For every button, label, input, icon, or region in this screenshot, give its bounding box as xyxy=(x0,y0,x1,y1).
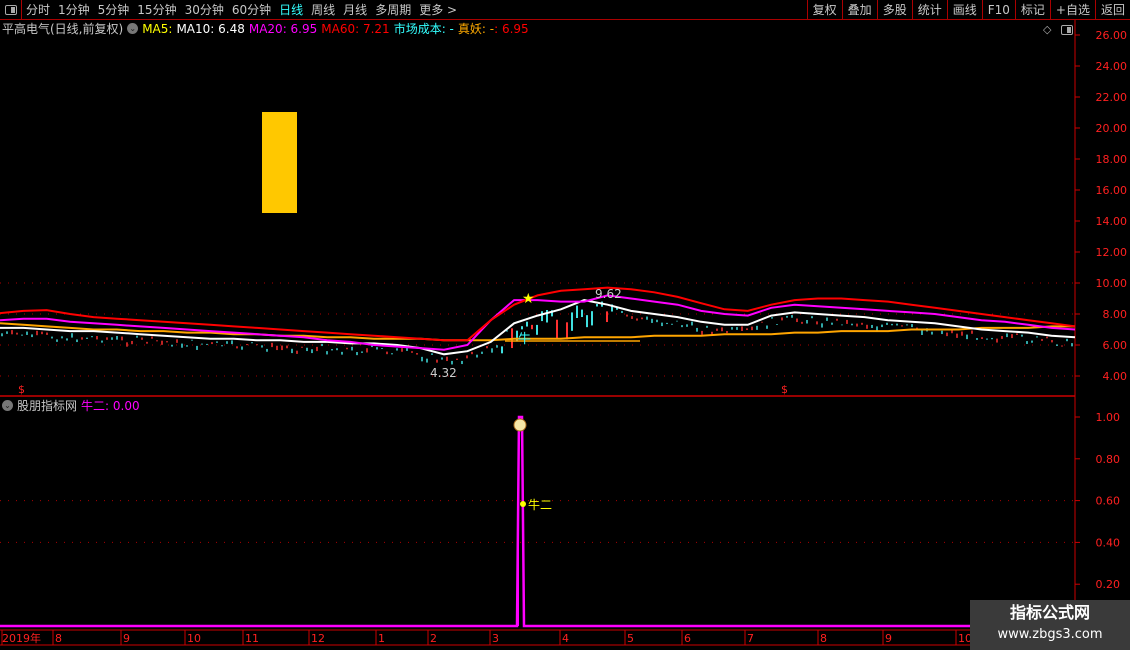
toolbar-button[interactable]: +自选 xyxy=(1049,0,1095,20)
top-toolbar: 分时 1分钟 5分钟 15分钟 30分钟 60分钟 日线 周线 月线 多周期 更多 > 复权 叠加 多股… xyxy=(0,0,1130,20)
dollar-icon: $ xyxy=(781,383,788,396)
sub-indicator-title: 股朋指标网 xyxy=(17,399,78,413)
stock-title: 平高电气(日线,前复权) xyxy=(2,22,124,36)
panel-icon xyxy=(4,5,17,15)
x-tick-label: 3 xyxy=(492,632,499,645)
period-tab[interactable]: 多周期 xyxy=(371,0,415,20)
x-tick-label: 12 xyxy=(311,632,325,645)
period-tab[interactable]: 15分钟 xyxy=(133,0,180,20)
period-tab[interactable]: 月线 xyxy=(339,0,371,20)
sub-indicator-value: 牛二: 0.00 xyxy=(81,399,140,413)
toolbar-button[interactable]: 画线 xyxy=(946,0,982,20)
period-tab[interactable]: 分时 xyxy=(22,0,54,20)
y-tick-label: 0.80 xyxy=(1096,453,1121,466)
toolbar-button[interactable]: 复权 xyxy=(806,0,842,20)
y-tick-label: 10.00 xyxy=(1096,277,1128,290)
x-tick-label: 6 xyxy=(684,632,691,645)
star-icon: ★ xyxy=(522,291,535,307)
y-tick-label: 22.00 xyxy=(1096,91,1128,104)
kline-chart[interactable]: 26.0024.0022.0020.0018.0016.0014.0012.00… xyxy=(0,0,1130,650)
zhenyao-value: : 6.95 xyxy=(494,22,529,36)
zhenyao-label: 真妖: - xyxy=(457,22,495,36)
toolbar-button[interactable]: F10 xyxy=(981,0,1015,20)
y-tick-label: 1.00 xyxy=(1096,411,1121,424)
diamond-icon[interactable]: ◇ xyxy=(1043,23,1051,36)
chevron-down-icon[interactable]: ⌄ xyxy=(127,23,139,34)
y-tick-label: 4.00 xyxy=(1103,370,1128,383)
cow-marker-icon: 牛 xyxy=(518,332,531,347)
watermark-url: www.zbgs3.com xyxy=(997,627,1103,642)
x-tick-label: 9 xyxy=(885,632,892,645)
panel-toggle-button[interactable] xyxy=(0,0,22,20)
high-label: 9.62 xyxy=(595,287,622,301)
x-tick-label: 1 xyxy=(378,632,385,645)
x-tick-label: 8 xyxy=(820,632,827,645)
x-tick-label: 10 xyxy=(187,632,201,645)
y-tick-label: 24.00 xyxy=(1096,60,1128,73)
y-tick-label: 0.40 xyxy=(1096,536,1121,549)
toolbar-button[interactable]: 叠加 xyxy=(841,0,877,20)
period-tab[interactable]: 60分钟 xyxy=(228,0,275,20)
ma60-label: MA60: 7.21 xyxy=(321,22,390,36)
y-tick-label: 26.00 xyxy=(1096,29,1128,42)
main-indicator-bar: 平高电气(日线,前复权) ⌄ MA5: MA10: 6.48 MA20: 6.9… xyxy=(2,21,529,37)
period-tab[interactable]: 1分钟 xyxy=(54,0,94,20)
toolbar-button[interactable]: 返回 xyxy=(1094,0,1130,20)
niuer-line xyxy=(0,415,1075,628)
y-tick-label: 20.00 xyxy=(1096,122,1128,135)
marker-dot xyxy=(520,501,526,507)
y-tick-label: 12.00 xyxy=(1096,246,1128,259)
money-bag-icon xyxy=(513,418,527,432)
low-label: 4.32 xyxy=(430,366,457,380)
x-tick-label: 11 xyxy=(245,632,259,645)
y-tick-label: 16.00 xyxy=(1096,184,1128,197)
x-tick-label: 7 xyxy=(747,632,754,645)
x-tick-label: 2 xyxy=(430,632,437,645)
y-tick-label: 6.00 xyxy=(1103,339,1128,352)
period-tab[interactable]: 更多 > xyxy=(415,0,461,20)
toolbar-button[interactable]: 统计 xyxy=(911,0,947,20)
dollar-icon: $ xyxy=(18,383,25,396)
panel-icon[interactable] xyxy=(1061,25,1073,35)
x-tick-label: 4 xyxy=(562,632,569,645)
toolbar-button[interactable]: 多股 xyxy=(876,0,912,20)
period-tab[interactable]: 5分钟 xyxy=(94,0,134,20)
toolbar-button[interactable]: 标记 xyxy=(1014,0,1050,20)
marker-label: 牛二 xyxy=(528,497,552,512)
ma5-label: MA5: xyxy=(142,22,173,36)
period-tab[interactable]: 30分钟 xyxy=(181,0,228,20)
chevron-down-icon[interactable]: ⌄ xyxy=(2,400,13,411)
x-tick-label: 9 xyxy=(123,632,130,645)
x-tick-label: 2019年 xyxy=(2,631,41,645)
period-tab[interactable]: 日线 xyxy=(275,0,307,20)
y-tick-label: 8.00 xyxy=(1103,308,1128,321)
watermark-name: 指标公式网 xyxy=(1009,603,1090,622)
sub-indicator-bar: ⌄ 股朋指标网 牛二: 0.00 xyxy=(2,398,140,414)
x-tick-label: 8 xyxy=(55,632,62,645)
period-tab[interactable]: 周线 xyxy=(307,0,339,20)
ma20-label: MA20: 6.95 xyxy=(248,22,318,36)
x-tick-label: 5 xyxy=(627,632,634,645)
watermark: 指标公式网 www.zbgs3.com xyxy=(970,600,1130,650)
ma10-label: MA10: 6.48 xyxy=(176,22,245,36)
y-tick-label: 14.00 xyxy=(1096,215,1128,228)
y-tick-label: 0.60 xyxy=(1096,495,1121,508)
signal-block xyxy=(262,112,297,213)
y-tick-label: 0.20 xyxy=(1096,578,1121,591)
y-tick-label: 18.00 xyxy=(1096,153,1128,166)
market-cost-label: 市场成本: - xyxy=(393,22,454,36)
